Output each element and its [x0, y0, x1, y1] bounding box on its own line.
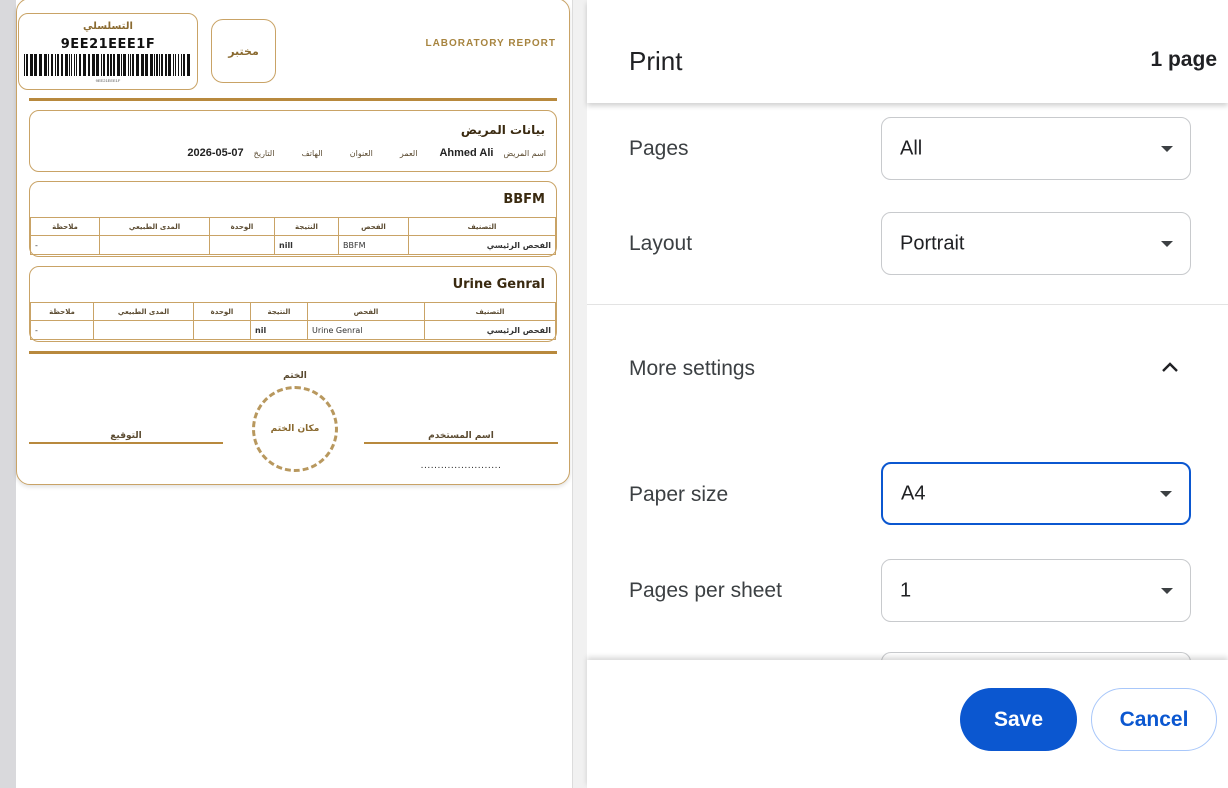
patient-age-field: العمر — [395, 149, 418, 158]
cell-range — [99, 235, 210, 255]
cell-note: - — [30, 235, 100, 255]
pages-dropdown[interactable]: All — [881, 117, 1191, 180]
serial-value: 9EE21EEE1F — [60, 37, 156, 52]
cell-category: الفحص الرئيسي — [424, 320, 556, 340]
table-row: الفحص الرئيسي Urine Genral nil - — [30, 320, 556, 340]
paper-size-label: Paper size — [629, 483, 729, 506]
col-result: النتيجة — [274, 217, 339, 236]
col-result: النتيجة — [250, 302, 308, 321]
preview-page: التسلسلي 9EE21EEE1F 9EE21EEE1F مختبر LAB… — [16, 0, 572, 788]
layout-value: Portrait — [900, 232, 965, 254]
col-unit: الوحدة — [193, 302, 251, 321]
col-exam: الفحص — [338, 217, 409, 236]
signature-block: التوقيع — [29, 423, 223, 442]
test-section: BBFM التصنيف الفحص النتيجة الوحدة المدى … — [29, 181, 557, 257]
page-count: 1 page — [1150, 48, 1217, 71]
preview-scrollbar[interactable] — [572, 0, 587, 788]
username-line — [364, 442, 558, 444]
header-divider — [29, 98, 557, 101]
patient-name-value: Ahmed Ali — [439, 147, 494, 159]
cancel-button[interactable]: Cancel — [1091, 688, 1217, 751]
layout-label: Layout — [629, 232, 693, 255]
col-range: المدى الطبيعي — [93, 302, 194, 321]
lab-logo-box: مختبر — [211, 19, 276, 83]
test-results-table: التصنيف الفحص النتيجة الوحدة المدى الطبي… — [30, 302, 556, 340]
table-header-row: التصنيف الفحص النتيجة الوحدة المدى الطبي… — [30, 302, 556, 321]
test-section: Urine Genral التصنيف الفحص النتيجة الوحد… — [29, 266, 557, 342]
col-category: التصنيف — [424, 302, 556, 321]
col-note: ملاحظة — [30, 302, 94, 321]
report-title: LABORATORY REPORT — [425, 38, 556, 49]
username-dots: ........................ — [364, 453, 558, 472]
print-preview-area[interactable]: التسلسلي 9EE21EEE1F 9EE21EEE1F مختبر LAB… — [0, 0, 587, 788]
patient-address-field: العنوان — [345, 149, 373, 158]
patient-phone-label: الهاتف — [301, 149, 323, 158]
pages-per-sheet-dropdown[interactable]: 1 — [881, 559, 1191, 622]
report-date-label: التاريخ — [253, 149, 275, 158]
pages-per-sheet-label: Pages per sheet — [629, 579, 782, 602]
barcode-image — [24, 54, 190, 76]
cell-exam: Urine Genral — [307, 320, 425, 340]
username-label: اسم المستخدم — [428, 431, 494, 441]
section-divider — [587, 304, 1228, 305]
cell-note: - — [30, 320, 94, 340]
col-range: المدى الطبيعي — [99, 217, 210, 236]
table-header-row: التصنيف الفحص النتيجة الوحدة المدى الطبي… — [30, 217, 556, 236]
test-section-title: BBFM — [503, 192, 545, 207]
barcode-caption: 9EE21EEE1F — [95, 78, 121, 83]
dropdown-arrow-icon — [1160, 490, 1172, 497]
cell-unit — [209, 235, 275, 255]
panel-footer: Save Cancel — [587, 660, 1228, 788]
lab-report-card: التسلسلي 9EE21EEE1F 9EE21EEE1F مختبر LAB… — [16, 0, 570, 485]
patient-phone-field: الهاتف — [296, 149, 322, 158]
patient-name-label: اسم المريض — [503, 149, 546, 158]
paper-size-value: A4 — [901, 482, 926, 504]
paper-size-dropdown[interactable]: A4 — [881, 462, 1191, 525]
chevron-up-icon[interactable] — [1161, 358, 1179, 376]
stamp-title: الختم — [257, 363, 333, 382]
layout-dropdown[interactable]: Portrait — [881, 212, 1191, 275]
dropdown-arrow-icon — [1161, 587, 1173, 594]
serial-box: التسلسلي 9EE21EEE1F 9EE21EEE1F — [18, 13, 198, 90]
patient-name-field: اسم المريض Ahmed Ali — [439, 147, 546, 159]
footer-divider — [29, 351, 557, 354]
pages-per-sheet-value: 1 — [900, 579, 912, 601]
cell-range — [93, 320, 194, 340]
col-exam: الفحص — [307, 302, 425, 321]
panel-header: Print 1 page — [587, 0, 1228, 103]
signature-label: التوقيع — [110, 431, 142, 441]
pages-value: All — [900, 137, 923, 159]
test-section-title: Urine Genral — [452, 277, 545, 292]
cell-unit — [193, 320, 251, 340]
username-block: اسم المستخدم — [364, 423, 558, 442]
report-date-field: التاريخ 2026-05-07 — [187, 147, 274, 159]
stamp-placeholder: مكان الختم — [252, 386, 338, 472]
cell-exam: BBFM — [338, 235, 409, 255]
table-row: الفحص الرئيسي BBFM nill - — [30, 235, 556, 255]
patient-section: بيانات المريض اسم المريض Ahmed Ali العمر… — [29, 110, 557, 172]
save-button[interactable]: Save — [960, 688, 1077, 751]
stamp-title-text: الختم — [283, 371, 307, 381]
more-settings-toggle[interactable]: More settings — [629, 357, 755, 381]
patient-address-label: العنوان — [349, 149, 373, 158]
col-note: ملاحظة — [30, 217, 100, 236]
pages-label: Pages — [629, 137, 689, 160]
print-title: Print — [629, 46, 683, 76]
patient-section-title: بيانات المريض — [460, 123, 545, 137]
username-dots-text: ........................ — [420, 461, 502, 471]
col-category: التصنيف — [408, 217, 556, 236]
cell-result: nil — [250, 320, 308, 340]
cell-category: الفحص الرئيسي — [408, 235, 556, 255]
print-settings-panel: Print 1 page Pages All Layout Portrait M… — [587, 0, 1228, 788]
serial-label: التسلسلي — [83, 21, 133, 32]
cell-result: nill — [274, 235, 339, 255]
test-results-table: التصنيف الفحص النتيجة الوحدة المدى الطبي… — [30, 217, 556, 255]
patient-info-row: اسم المريض Ahmed Ali العمر العنوان الهات… — [165, 147, 546, 159]
patient-age-label: العمر — [399, 149, 418, 158]
report-date-value: 2026-05-07 — [187, 147, 244, 159]
dropdown-arrow-icon — [1161, 145, 1173, 152]
dropdown-arrow-icon — [1161, 240, 1173, 247]
col-unit: الوحدة — [209, 217, 275, 236]
signature-line — [29, 442, 223, 444]
